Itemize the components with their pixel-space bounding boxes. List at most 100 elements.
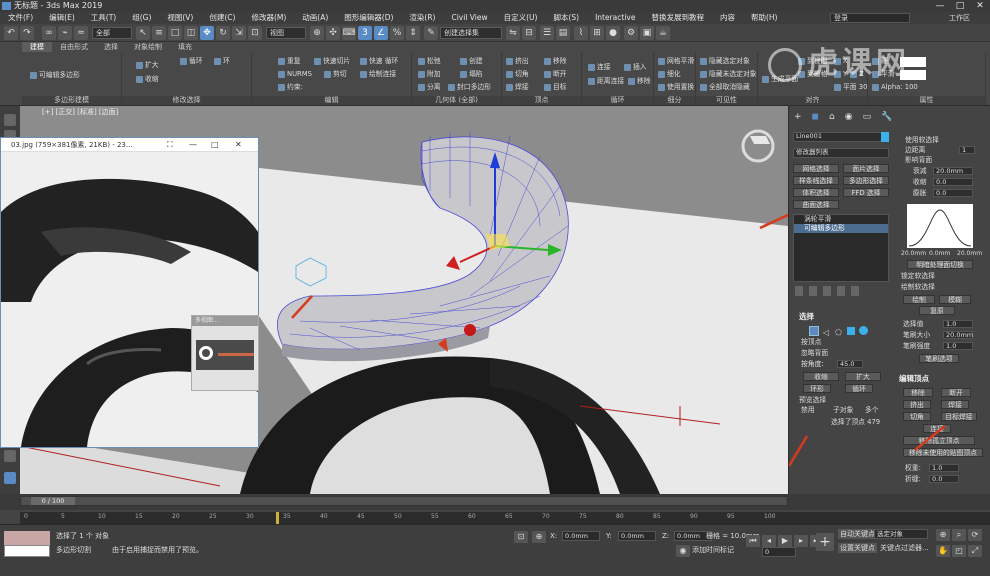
viewport-layout-icon[interactable] (4, 472, 16, 484)
pivot-center-icon[interactable]: ⊕ (310, 26, 324, 40)
menu-group[interactable]: 组(G) (124, 12, 159, 24)
undo-icon[interactable]: ↶ (4, 26, 18, 40)
menu-civil-view[interactable]: Civil View (443, 12, 495, 24)
goto-start-icon[interactable]: ⏮ (746, 535, 760, 547)
remove-modifier-icon[interactable] (837, 286, 845, 296)
menu-content[interactable]: 内容 (712, 12, 743, 24)
layer-explorer-icon[interactable]: ☰ (540, 26, 554, 40)
break-vertex-button[interactable]: 断开 (941, 388, 971, 397)
selection-value-spinner[interactable]: 1.0 (943, 320, 973, 328)
align-icon[interactable]: ⊟ (522, 26, 536, 40)
key-filters-button[interactable]: 关键点过滤器... (880, 543, 929, 553)
ribbon-tab-freeform[interactable]: 自由形式 (52, 42, 96, 52)
track-bar[interactable]: 0 5 10 15 20 25 30 35 40 45 50 55 60 65 70 75 80 85 90 95 10… (20, 512, 990, 524)
stack-item-turbosmooth[interactable]: 涡轮平滑 (794, 215, 888, 224)
bind-space-warp-icon[interactable]: ≈ (74, 26, 88, 40)
select-by-name-icon[interactable]: ≡ (152, 26, 166, 40)
select-object-icon[interactable]: ↖ (136, 26, 150, 40)
break-item[interactable]: 断开 (544, 70, 567, 79)
maxscript-listener[interactable] (4, 531, 50, 545)
reference-coord-select[interactable]: 视图 (266, 27, 306, 39)
auto-key-button[interactable]: 自动关键点 (838, 529, 877, 539)
selection-filter-select[interactable]: 全部 (92, 27, 132, 39)
ribbon-caption-edit[interactable]: 编辑 (252, 96, 411, 105)
rect-selection-icon[interactable]: □ (168, 26, 182, 40)
repeat-item[interactable]: 重复 (278, 57, 301, 66)
blur-button[interactable]: 模糊 (939, 295, 971, 304)
quick-slice-item[interactable]: 快速切片 (314, 57, 350, 66)
add-time-tag-text[interactable]: 添加时间标记 (692, 545, 734, 555)
rendered-frame-icon[interactable]: ▣ (640, 26, 654, 40)
falloff-spinner[interactable]: 20.0mm (933, 167, 973, 175)
menu-rendering[interactable]: 渲染(R) (401, 12, 443, 24)
spline-select-button[interactable]: 样条线选择 (793, 176, 839, 185)
grow-item[interactable]: 扩大 (136, 61, 159, 70)
meshsmooth-item[interactable]: 网格平滑 (658, 57, 694, 66)
angle-snap-icon[interactable]: ∠ (374, 26, 388, 40)
next-frame-icon[interactable]: ▸ (794, 535, 808, 547)
make-unique-icon[interactable] (823, 286, 831, 296)
thumbnail-window[interactable]: 多视图... (191, 315, 259, 391)
orbit-icon[interactable]: ⟳ (968, 529, 982, 541)
play-icon[interactable]: ▶ (778, 535, 792, 547)
ribbon-caption-modify-selection[interactable]: 修改选择 (122, 96, 251, 105)
constraints-item[interactable]: 约束: (278, 83, 303, 92)
login-dropdown[interactable]: 登录 (830, 13, 910, 23)
named-selection-set-select[interactable]: 创建选择集 (440, 27, 502, 39)
ribbon-caption-align[interactable]: 对齐 (758, 96, 867, 105)
select-manipulate-icon[interactable]: ✣ (326, 26, 340, 40)
edit-named-sets-icon[interactable]: ✎ (424, 26, 438, 40)
brush-options-button[interactable]: 笔刷选项 (919, 354, 959, 363)
edge-distance-spinner[interactable]: 1 (959, 146, 975, 154)
swift-loop-item[interactable]: 快速 循环 (360, 57, 398, 66)
maximize-viewport-icon[interactable]: ⤢ (968, 545, 982, 557)
x-coord-field[interactable]: 0.0mm (562, 531, 600, 541)
schematic-view-icon[interactable]: ⊞ (590, 26, 604, 40)
hide-unselected-item[interactable]: 隐藏未选定对象 (700, 70, 757, 79)
viewport-label[interactable]: [+] [正交] [标准] [边面] (42, 107, 118, 117)
menu-modifiers[interactable]: 修改器(M) (243, 12, 294, 24)
absolute-mode-icon[interactable]: ⊕ (532, 531, 546, 543)
hide-selected-item[interactable]: 隐藏选定对象 (700, 57, 750, 66)
shaded-face-toggle-button[interactable]: 明暗处理面切换 (907, 260, 973, 269)
curve-editor-icon[interactable]: ⌇ (574, 26, 588, 40)
tessellate-item[interactable]: 细化 (658, 70, 681, 79)
plane-item[interactable]: 平面 30 (834, 83, 867, 92)
snaps-toggle-icon[interactable]: 3 (358, 26, 372, 40)
ribbon-caption-vertices[interactable]: 顶点 (502, 96, 581, 105)
extrude-item[interactable]: 挤出 (506, 57, 529, 66)
alpha-item[interactable]: Alpha: 100 (872, 83, 918, 92)
use-soft-selection-checkbox[interactable]: 使用软选择 (905, 136, 939, 145)
crease-spinner[interactable]: 0.0 (929, 475, 959, 483)
show-end-result-icon[interactable] (809, 286, 817, 296)
affect-backfacing-checkbox[interactable]: 影响背面 (905, 156, 932, 165)
nurms-item[interactable]: NURMS (278, 70, 312, 79)
workspace-label[interactable]: 工作区 (949, 12, 970, 24)
link-icon[interactable]: ∞ (42, 26, 56, 40)
revert-button[interactable]: 复原 (919, 306, 955, 315)
field-of-view-icon[interactable]: ◰ (952, 545, 966, 557)
image-viewer-window[interactable]: 03.jpg (759×381像素, 21KB) - 23... ⛶ — □ ✕ (0, 137, 259, 448)
cut-item[interactable]: 剪切 (324, 70, 347, 79)
select-rotate-icon[interactable]: ↻ (216, 26, 230, 40)
motion-tab-icon[interactable]: ◉ (845, 112, 853, 122)
loop-remove-item[interactable]: 移除 (628, 77, 651, 86)
close-image-button[interactable]: ✕ (235, 138, 242, 152)
chamfer-item[interactable]: 切角 (506, 70, 529, 79)
paint-button[interactable]: 绘制 (903, 295, 935, 304)
unlink-icon[interactable]: ⌁ (58, 26, 72, 40)
configure-sets-icon[interactable] (851, 286, 859, 296)
menu-scripting[interactable]: 脚本(S) (545, 12, 587, 24)
ribbon-tab-selection[interactable]: 选择 (96, 42, 126, 52)
keyboard-shortcut-icon[interactable]: ⌨ (342, 26, 356, 40)
ribbon-caption-geometry[interactable]: 几何体 (全部) (412, 96, 501, 105)
lock-soft-selection-checkbox[interactable]: 锁定软选择 (901, 272, 935, 281)
ribbon-caption-visibility[interactable]: 可见性 (696, 96, 757, 105)
maximize-image-button[interactable]: □ (211, 138, 219, 152)
surface-select-button[interactable]: 曲面选择 (793, 200, 839, 209)
create-item[interactable]: 创建 (460, 57, 483, 66)
utilities-tab-icon[interactable]: 🔧 (881, 112, 892, 122)
zoom-icon[interactable]: ⌕ (952, 529, 966, 541)
unhide-all-item[interactable]: 全部取消隐藏 (700, 83, 750, 92)
minimize-image-button[interactable]: — (189, 138, 197, 152)
